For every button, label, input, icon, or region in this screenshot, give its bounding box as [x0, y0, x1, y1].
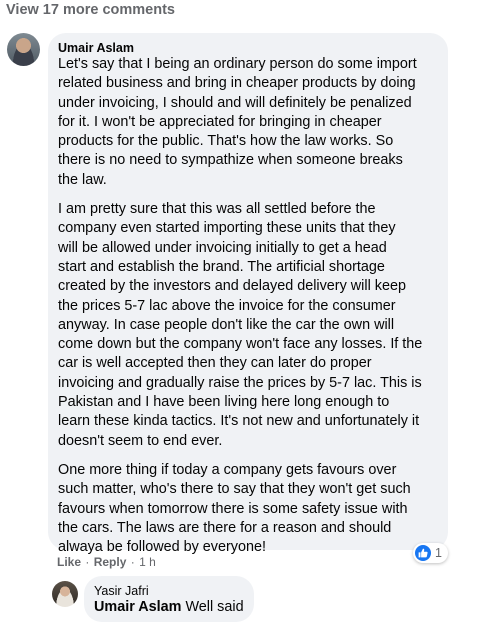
comment-line: doesn't seem to end ever.: [58, 432, 223, 449]
reply-bubble: Yasir Jafri Umair Aslam Well said: [84, 576, 254, 622]
separator: ·: [85, 555, 90, 569]
comment-line: products for the public. That's how the …: [58, 133, 394, 150]
comment-line: related business and bring in cheaper pr…: [58, 75, 416, 92]
reply-text: Well said: [181, 599, 244, 615]
comment-line: I am pretty sure that this was all settl…: [58, 201, 376, 218]
separator: ·: [130, 555, 135, 569]
comment-line: come down but the company won't face any…: [58, 336, 423, 353]
comment-bubble: Umair Aslam Let's say that I being an or…: [48, 33, 448, 555]
comment-line: start and establish the brand. The artif…: [58, 258, 385, 275]
comment-line: such matter, who's there to say that the…: [58, 481, 411, 498]
reply-avatar[interactable]: [52, 581, 78, 607]
like-button[interactable]: Like: [57, 555, 81, 569]
comment-actions: Like · Reply · 1 h: [57, 555, 156, 569]
comment-line: the prices 5-7 lac above the invoice for…: [58, 297, 396, 314]
comment-author[interactable]: Umair Aslam: [58, 41, 134, 55]
comment-line: the law.: [58, 171, 107, 188]
reply-author[interactable]: Yasir Jafri: [94, 584, 149, 598]
comment-line: learn these kinda tactics. It's not new …: [58, 413, 420, 430]
comment-thread: View 17 more comments Umair Aslam Let's …: [0, 0, 488, 627]
comment-body: Let's say that I being an ordinary perso…: [58, 55, 443, 557]
comment-line: company even started importing these uni…: [58, 220, 396, 237]
comment-paragraph: One more thing if today a company gets f…: [58, 461, 443, 557]
comment-line: will be allowed under invoicing initiall…: [58, 239, 387, 256]
mention-link[interactable]: Umair Aslam: [94, 599, 181, 615]
reaction-count: 1: [435, 546, 442, 560]
comment-line: car is well accepted then they can later…: [58, 355, 372, 372]
comment-line: invoicing and gradually raise the prices…: [58, 374, 422, 391]
view-more-comments-link[interactable]: View 17 more comments: [6, 2, 175, 18]
avatar[interactable]: [7, 33, 40, 66]
comment-line: anyway. In case people don't like the ca…: [58, 316, 395, 333]
comment-line: Let's say that I being an ordinary perso…: [58, 56, 417, 72]
comment-line: for it. I won't be appreciated for bring…: [58, 113, 382, 130]
comment-line: created by the investors and delayed del…: [58, 278, 406, 295]
thumbs-up-icon: [415, 545, 431, 561]
comment-line: favours when tomorrow there is some safe…: [58, 500, 408, 517]
comment-paragraph: Let's say that I being an ordinary perso…: [58, 55, 443, 190]
comment-line: Pakistan and I have been living here lon…: [58, 394, 390, 411]
reply-body: Umair Aslam Well said: [94, 599, 244, 615]
comment-line: One more thing if today a company gets f…: [58, 461, 397, 478]
comment-line: under invoicing, I should and will defin…: [58, 94, 412, 111]
comment-timestamp[interactable]: 1 h: [139, 555, 156, 569]
reaction-count-badge[interactable]: 1: [413, 543, 448, 563]
reply-button[interactable]: Reply: [94, 555, 127, 569]
comment-paragraph: I am pretty sure that this was all settl…: [58, 200, 443, 451]
comment-line: the cars. The laws are there for a reaso…: [58, 519, 392, 536]
comment-line: there is no need to sympathize when some…: [58, 152, 403, 169]
